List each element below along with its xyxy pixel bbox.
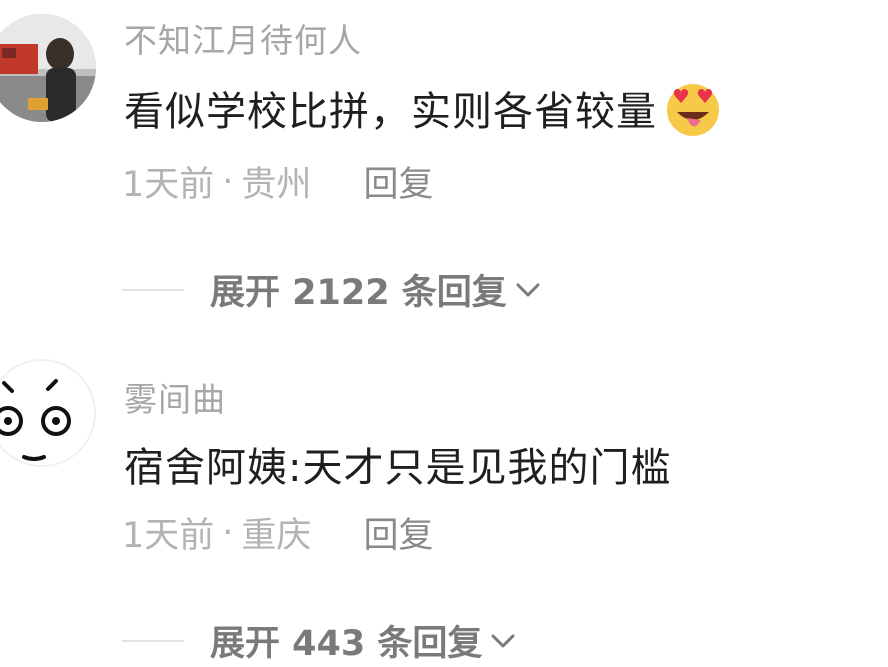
avatar[interactable] [0,14,96,122]
reply-button[interactable]: 回复 [363,156,433,207]
comment-text-row: 宿舍阿姨:天才只是见我的门槛 [124,435,671,493]
heart-eyes-tongue-emoji-icon [667,84,719,136]
comment-text: 看似学校比拼，实则各省较量 [124,89,657,135]
divider-line [122,639,184,642]
expand-replies-label: 展开 443 条回复 [210,624,483,664]
username[interactable]: 雾间曲 [124,373,226,421]
comment-text: 宿舍阿姨:天才只是见我的门槛 [124,445,672,491]
meta-separator: · [222,512,234,553]
avatar-cartoon-face-icon [0,361,94,465]
comment-meta: 1天前 · 贵州 回复 [122,156,433,207]
chevron-down-icon [516,283,540,296]
comment-item: 雾间曲 宿舍阿姨:天才只是见我的门槛 1天前 · 重庆 回复 展开 443 条回… [0,345,888,667]
chevron-down-icon [491,634,515,647]
avatar-photo-icon [0,14,96,122]
avatar[interactable] [0,359,96,467]
reply-button[interactable]: 回复 [363,507,433,558]
meta-separator: · [222,161,234,202]
expand-replies-button[interactable]: 展开 443 条回复 [122,615,518,666]
comment-text-row: 看似学校比拼，实则各省较量 [124,78,725,138]
comment-time: 1天前 [122,516,215,556]
comment-time: 1天前 [122,165,215,205]
expand-replies-label: 展开 2122 条回复 [210,273,507,313]
comment-location: 重庆 [241,516,312,556]
divider-line [122,288,184,291]
expand-replies-button[interactable]: 展开 2122 条回复 [122,264,543,315]
comment-item: 不知江月待何人 看似学校比拼，实则各省较量 1天前 · 贵州 回复 展开 212… [0,0,888,330]
username[interactable]: 不知江月待何人 [124,14,362,62]
comment-location: 贵州 [241,165,312,205]
comment-meta: 1天前 · 重庆 回复 [122,507,433,558]
